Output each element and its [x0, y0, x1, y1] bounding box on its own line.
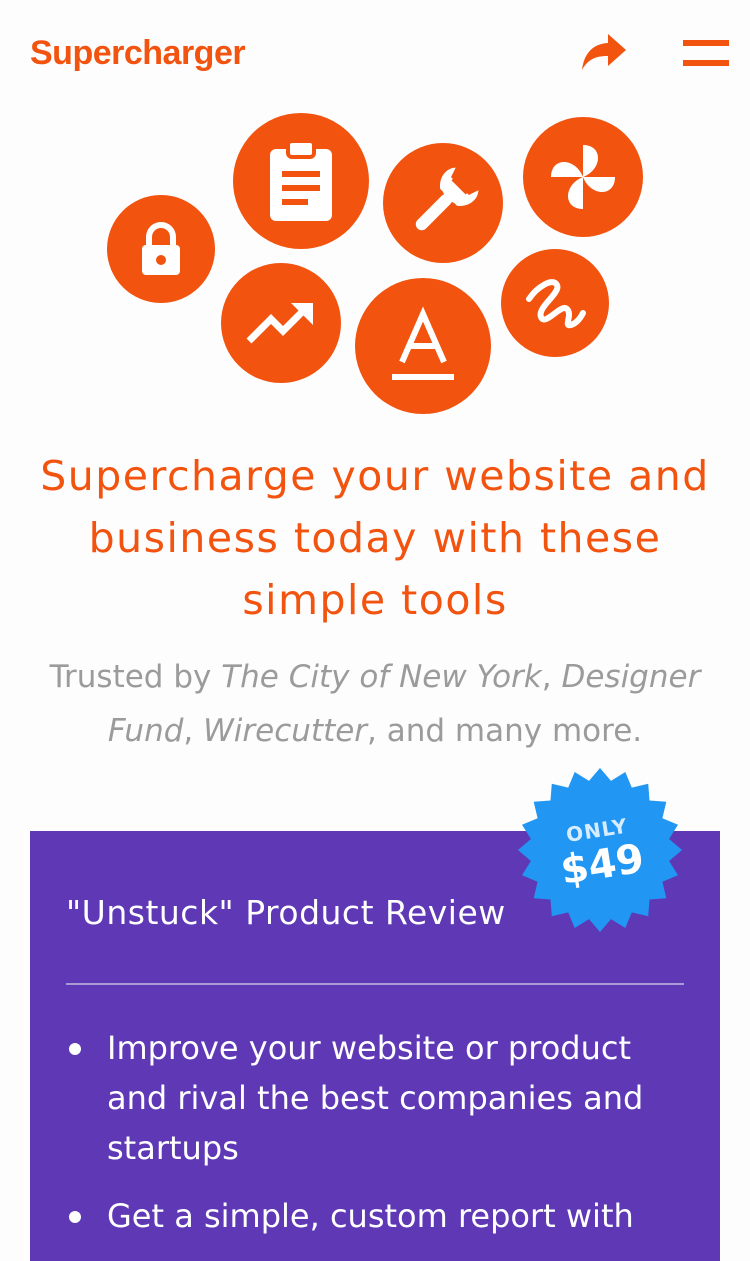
text-format-icon	[392, 306, 454, 380]
bullet-icon	[69, 1043, 81, 1055]
client-name: Wirecutter	[203, 713, 368, 749]
share-button[interactable]	[578, 30, 630, 74]
text-format-circle	[355, 278, 491, 414]
top-bar: Supercharger	[0, 0, 750, 106]
divider	[66, 983, 684, 985]
trending-up-icon	[246, 303, 313, 344]
pinwheel-circle	[523, 117, 643, 237]
menu-button[interactable]	[683, 38, 729, 68]
price-badge: ONLY $49	[516, 766, 684, 934]
list-item: Get a simple, custom report with	[66, 1191, 666, 1241]
squiggle-circle	[501, 249, 609, 357]
squiggle-icon	[526, 279, 586, 329]
lock-icon	[142, 222, 180, 275]
lock-circle	[107, 195, 215, 303]
wrench-circle	[383, 143, 503, 263]
client-name: The City of New York	[221, 659, 542, 695]
trend-circle	[221, 263, 341, 383]
hero-headline: Supercharge your website and business to…	[40, 452, 710, 624]
wrench-icon	[415, 167, 479, 231]
share-arrow-icon	[582, 34, 626, 70]
list-item: Improve your website or product and riva…	[66, 1023, 666, 1173]
hamburger-menu-icon	[683, 40, 729, 46]
brand-logo[interactable]: Supercharger	[30, 34, 246, 73]
bullet-icon	[69, 1211, 81, 1223]
product-title: "Unstuck" Product Review	[66, 893, 506, 932]
trusted-by-text: Trusted by The City of New York, Designe…	[49, 659, 701, 749]
clipboard-circle	[233, 113, 369, 249]
feature-list: Improve your website or product and riva…	[66, 1023, 666, 1259]
pinwheel-icon	[551, 145, 615, 209]
clipboard-icon	[270, 139, 332, 221]
